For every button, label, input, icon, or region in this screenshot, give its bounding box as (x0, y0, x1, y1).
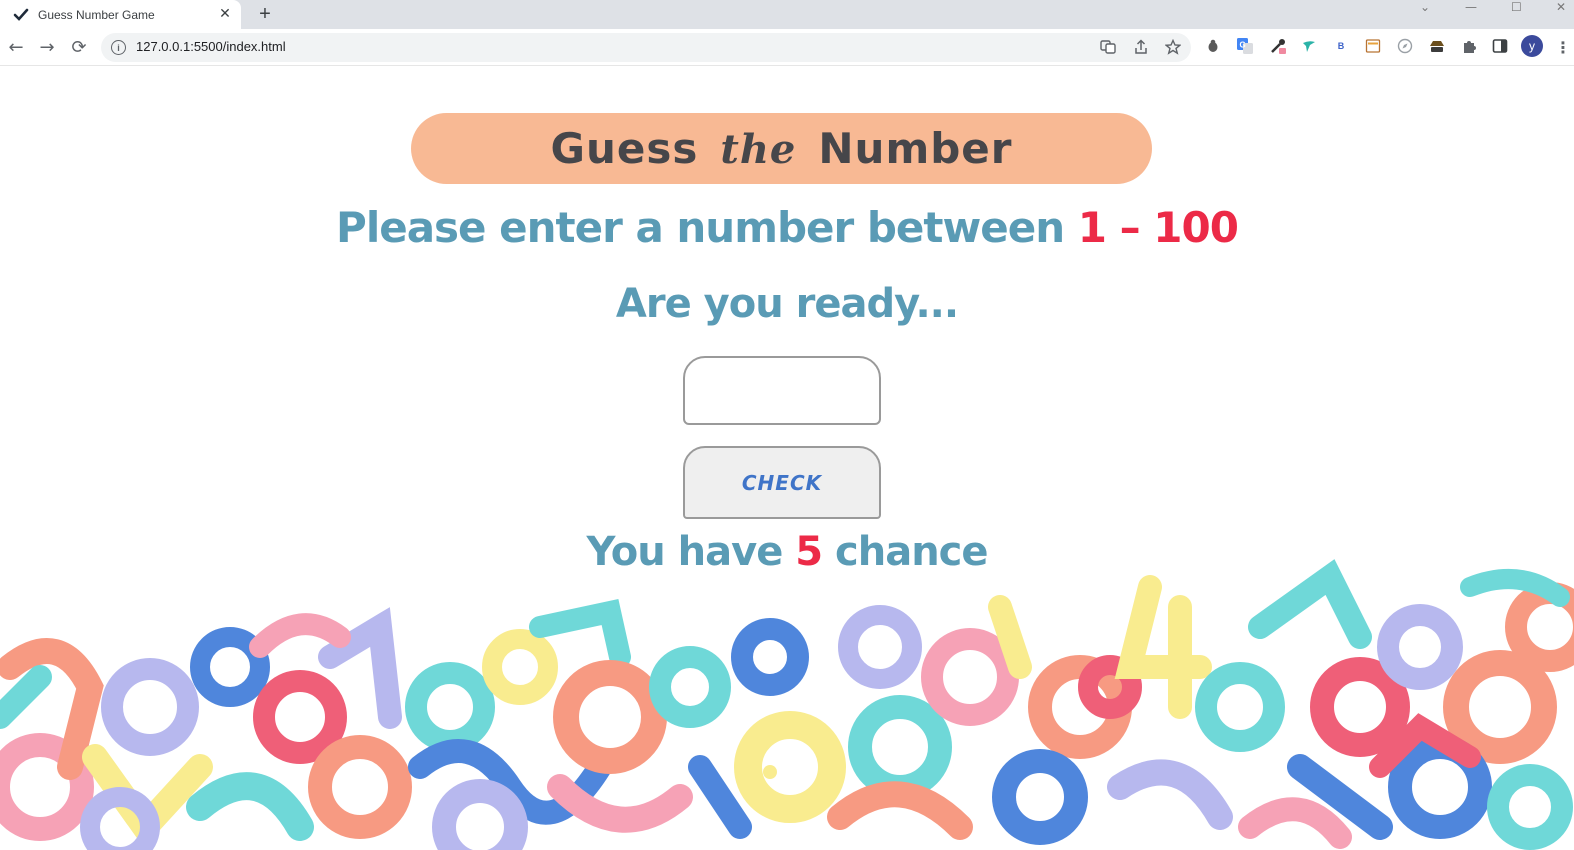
maximize-icon[interactable]: ☐ (1511, 0, 1522, 14)
compass-extension-icon[interactable] (1396, 37, 1414, 55)
tab-search-icon[interactable]: ⌄ (1420, 0, 1430, 14)
close-window-icon[interactable]: ✕ (1556, 0, 1566, 14)
close-tab-icon[interactable]: ✕ (216, 5, 234, 23)
prompt-text: Please enter a number between (336, 203, 1078, 252)
svg-text:G: G (1240, 41, 1246, 50)
title-word-number: Number (818, 124, 1013, 173)
checkmark-icon (12, 6, 30, 24)
check-button[interactable]: CHECK (683, 446, 881, 519)
chances-suffix: chance (822, 529, 989, 575)
bookmark-star-icon[interactable] (1164, 38, 1182, 56)
chances-prefix: You have (586, 529, 796, 575)
browser-tab[interactable]: Guess Number Game ✕ (0, 0, 241, 29)
page-title: Guess the Number (551, 124, 1013, 173)
range-prompt: Please enter a number between 1 – 100 (0, 203, 1574, 252)
color-picker-extension-icon[interactable] (1269, 37, 1287, 55)
title-word-the: the (720, 126, 797, 173)
detective-extension-icon[interactable] (1428, 37, 1446, 55)
url-text[interactable]: 127.0.0.1:5500/index.html (136, 39, 286, 54)
google-translate-extension-icon[interactable]: G (1236, 37, 1254, 55)
browser-toolbar: ← → ⟳ i 127.0.0.1:5500/index.html G B y … (0, 29, 1574, 66)
guess-input[interactable] (683, 356, 881, 425)
browser-menu-icon[interactable]: ⋮ (1555, 36, 1571, 58)
page-viewport: Guess the Number Please enter a number bet… (0, 67, 1574, 850)
profile-avatar[interactable]: y (1521, 35, 1543, 57)
tab-strip: Guess Number Game ✕ + ⌄ — ☐ ✕ (0, 0, 1574, 29)
title-word-guess: Guess (550, 124, 699, 173)
b-extension-icon[interactable]: B (1332, 37, 1350, 55)
bug-extension-icon[interactable] (1204, 37, 1222, 55)
puzzle-extensions-icon[interactable] (1460, 37, 1478, 55)
tab-title: Guess Number Game (38, 7, 155, 22)
hummingbird-extension-icon[interactable] (1300, 37, 1318, 55)
range-separator: – (1106, 203, 1154, 252)
ready-message: Are you ready... (615, 281, 959, 327)
range-low: 1 (1077, 203, 1107, 252)
back-button[interactable]: ← (5, 36, 27, 58)
translate-icon[interactable] (1099, 38, 1117, 56)
reload-button[interactable]: ⟳ (68, 36, 90, 58)
minimize-icon[interactable]: — (1465, 0, 1477, 14)
check-button-label: CHECK (741, 470, 823, 495)
range-high: 100 (1153, 203, 1239, 252)
site-info-icon[interactable]: i (111, 40, 126, 55)
title-banner: Guess the Number (411, 113, 1152, 184)
chances-remaining: You have 5 chance (0, 529, 1574, 575)
new-tab-button[interactable]: + (254, 3, 276, 25)
notes-extension-icon[interactable] (1364, 37, 1382, 55)
address-bar[interactable]: i 127.0.0.1:5500/index.html (101, 33, 1191, 62)
side-panel-icon[interactable] (1491, 37, 1509, 55)
chances-count: 5 (795, 529, 823, 575)
share-icon[interactable] (1132, 38, 1150, 56)
forward-button[interactable]: → (36, 36, 58, 58)
